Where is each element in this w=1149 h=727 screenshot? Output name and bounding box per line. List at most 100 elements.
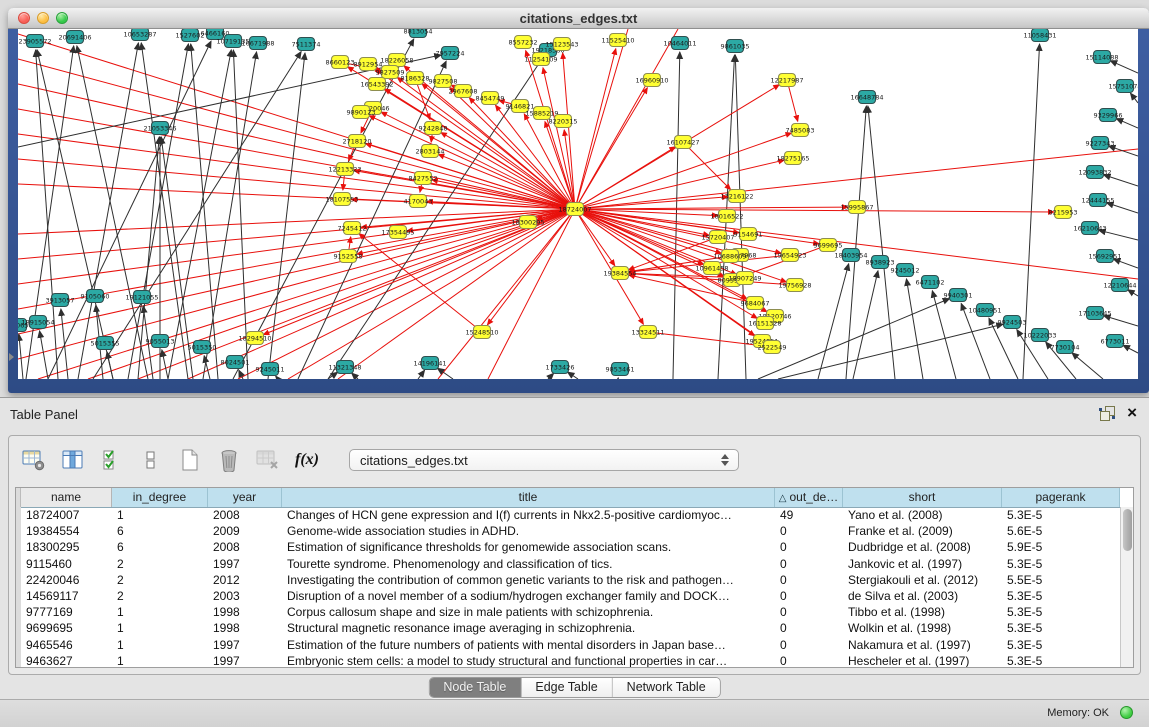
close-panel-icon[interactable]: × — [1127, 405, 1137, 421]
selection-mode-icon[interactable] — [99, 448, 125, 472]
column-header-year[interactable]: year — [208, 488, 282, 507]
graph-edge — [191, 44, 218, 379]
column-header-pagerank[interactable]: pagerank — [1002, 488, 1120, 507]
graph-node-label: 19384554 — [603, 269, 636, 277]
graph-node-label: 9940301 — [944, 291, 973, 299]
graph-node-label: 14196141 — [413, 359, 446, 367]
graph-node-label: 2522549 — [758, 343, 787, 351]
tab-network-table[interactable]: Network Table — [613, 678, 720, 697]
table-row[interactable]: 946362711997Embryonic stem cells: a mode… — [16, 653, 1120, 667]
table-body: 1872400712008Changes of HCN gene express… — [16, 507, 1120, 667]
graph-node-label: 8912954 — [354, 60, 383, 68]
graph-node-label: 9827508 — [429, 77, 458, 85]
graph-node-label: 8215953 — [1049, 208, 1078, 216]
table-cell: Stergiakouli et al. (2012) — [843, 572, 1002, 588]
table-mode-icon[interactable] — [21, 448, 47, 472]
graph-node-label: 6471102 — [916, 278, 945, 286]
show-columns-icon[interactable] — [60, 448, 86, 472]
window-titlebar[interactable]: citations_edges.txt — [8, 8, 1149, 29]
graph-node-label: 16648784 — [850, 93, 883, 101]
graph-edge — [18, 209, 575, 334]
table-cell: 1997 — [208, 653, 282, 667]
graph-node-label: 18907249 — [728, 274, 761, 282]
table-row[interactable]: 969969511998Structural magnetic resonanc… — [16, 620, 1120, 636]
table-cell: Jankovic et al. (1997) — [843, 556, 1002, 572]
scrollbar-thumb[interactable] — [1123, 509, 1132, 551]
graph-node-label: 21053346 — [143, 124, 176, 132]
table-cell: 5.3E-5 — [1002, 507, 1120, 523]
column-header-outde[interactable]: △out_de… — [775, 488, 843, 507]
table-header-row: namein_degreeyeartitle△out_de…shortpager… — [16, 488, 1120, 508]
column-header-short[interactable]: short — [843, 488, 1002, 507]
new-column-icon[interactable] — [177, 448, 203, 472]
column-header-title[interactable]: title — [282, 488, 775, 507]
graph-node-label: 9245011 — [256, 365, 285, 373]
graph-edge — [575, 197, 728, 209]
table-row[interactable]: 1456911722003Disruption of a novel membe… — [16, 588, 1120, 604]
table-cell: 5.6E-5 — [1002, 523, 1120, 539]
float-panel-icon[interactable] — [1099, 405, 1115, 421]
graph-node-label: 9242848 — [419, 124, 448, 132]
table-cell: 49 — [775, 507, 843, 523]
graph-node-label: 15114088 — [1085, 53, 1118, 61]
table-cell: Estimation of significance thresholds fo… — [282, 539, 775, 555]
graph-edge — [141, 43, 188, 379]
column-header-indegree[interactable]: in_degree — [112, 488, 208, 507]
table-cell: Tibbo et al. (1998) — [843, 604, 1002, 620]
graph-node-label: 9105060 — [81, 292, 110, 300]
table-cell: 1997 — [208, 556, 282, 572]
delete-column-icon[interactable] — [216, 448, 242, 472]
table-cell: 6 — [112, 539, 208, 555]
graph-edge — [868, 106, 895, 379]
table-row[interactable]: 1938455462009Genome-wide association stu… — [16, 523, 1120, 539]
table-cell: Wolkin et al. (1998) — [843, 620, 1002, 636]
table-cell: 5.3E-5 — [1002, 604, 1120, 620]
graph-node-label: 8938923 — [866, 258, 895, 266]
function-builder-icon[interactable]: f(x) — [294, 448, 320, 472]
graph-node-label: 9245012 — [891, 266, 920, 274]
memory-ok-indicator[interactable] — [1120, 706, 1133, 719]
network-canvas[interactable]: 2390557220691406106532871527602646616010… — [18, 29, 1138, 379]
graph-node-label: 9853461 — [606, 365, 635, 373]
table-panel-header: Table Panel × — [0, 398, 1149, 430]
graph-edge — [1116, 119, 1138, 128]
table-row[interactable]: 977716911998Corpus callosum shape and si… — [16, 604, 1120, 620]
table-cell: 5.9E-5 — [1002, 539, 1120, 555]
table-row[interactable]: 911546021997Tourette syndrome. Phenomeno… — [16, 556, 1120, 572]
graph-node-label: 10480951 — [968, 306, 1001, 314]
collapsed-panel-arrow[interactable] — [9, 353, 14, 361]
graph-node-label: 9227343 — [1086, 139, 1115, 147]
table-row[interactable]: 1830029562008Estimation of significance … — [16, 539, 1120, 555]
graph-edge — [1113, 259, 1138, 268]
graph-node-label: 11321348 — [328, 363, 361, 371]
graph-node-label: 5015350 — [188, 343, 217, 351]
graph-edge — [1130, 93, 1138, 103]
graph-node-label: 6773011 — [1101, 337, 1130, 345]
tab-node-table[interactable]: Node Table — [429, 678, 521, 697]
table-cell: 2 — [112, 588, 208, 604]
graph-node-label: 16543392 — [360, 80, 393, 88]
row-height-icon[interactable] — [138, 448, 164, 472]
table-selector-dropdown[interactable]: citations_edges.txt — [349, 449, 739, 471]
table-cell: 2003 — [208, 588, 282, 604]
table-cell: 1998 — [208, 604, 282, 620]
table-cell: Yano et al. (2008) — [843, 507, 1002, 523]
column-header-name[interactable]: name — [21, 488, 112, 507]
table-cell: Changes of HCN gene expression and I(f) … — [282, 507, 775, 523]
table-row[interactable]: 1872400712008Changes of HCN gene express… — [16, 507, 1120, 523]
graph-node-label: 18724007 — [558, 205, 591, 213]
vertical-scrollbar[interactable] — [1120, 507, 1133, 667]
table-row[interactable]: 2242004622012Investigating the contribut… — [16, 572, 1120, 588]
table-cell: 9777169 — [21, 604, 112, 620]
graph-node-label: 10222033 — [1023, 331, 1056, 339]
graph-edge — [1110, 61, 1138, 73]
table-cell: Nakamura et al. (1997) — [843, 637, 1002, 653]
tab-edge-table[interactable]: Edge Table — [521, 678, 612, 697]
network-view-window: citations_edges.txt 23905572206914061065… — [8, 8, 1149, 393]
table-cell: 2008 — [208, 507, 282, 523]
graph-node-label: 9152558 — [334, 252, 363, 260]
graph-node-label: 18275165 — [776, 154, 809, 162]
graph-node-label: 15692951 — [1088, 252, 1121, 260]
table-row[interactable]: 946554611997Estimation of the future num… — [16, 637, 1120, 653]
graph-node-label: 7730104 — [1051, 343, 1080, 351]
